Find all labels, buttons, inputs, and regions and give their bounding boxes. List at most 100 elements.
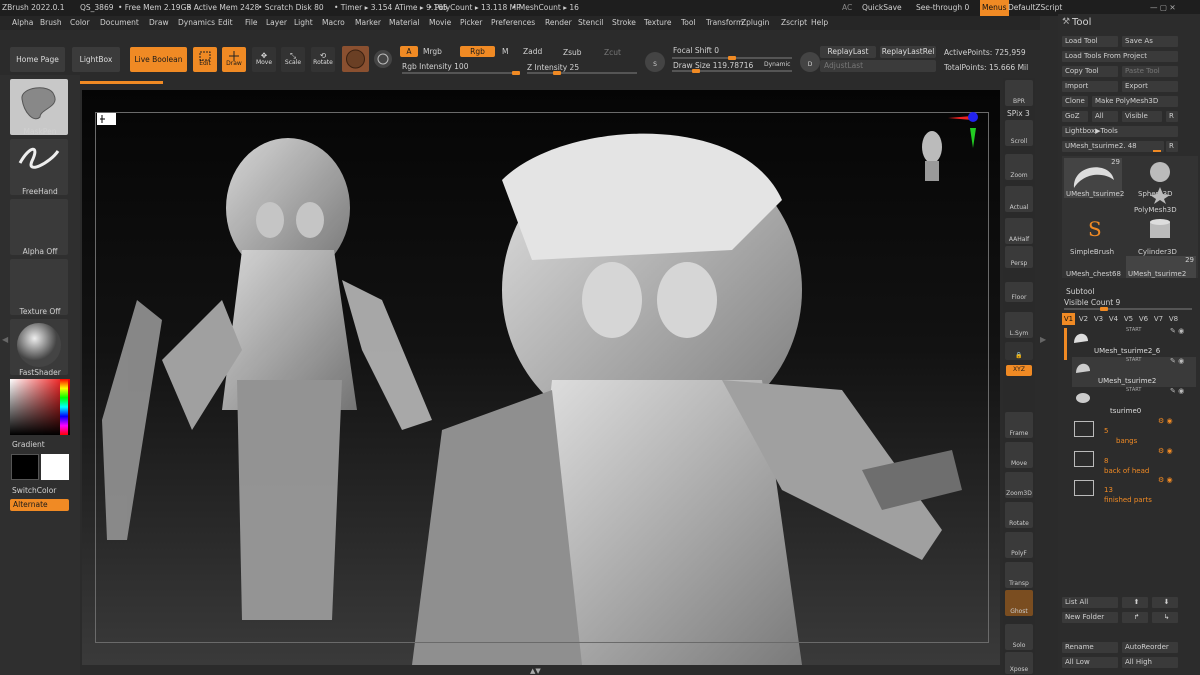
move-view-button[interactable]: Move	[1005, 442, 1033, 468]
subtool-folder[interactable]: 5 bangs ⚙ ◉	[1072, 417, 1196, 445]
menu-layer[interactable]: Layer	[266, 16, 287, 30]
a-toggle[interactable]: A	[400, 46, 418, 57]
material-button[interactable]	[342, 46, 369, 72]
menu-preferences[interactable]: Preferences	[491, 16, 535, 30]
tool-thumb-umesh-tsurime2[interactable]: 29 UMesh_tsurime2	[1064, 158, 1124, 198]
menu-draw[interactable]: Draw	[149, 16, 169, 30]
floor-button[interactable]: Floor	[1005, 282, 1033, 302]
menu-zscript[interactable]: Zscript	[781, 16, 807, 30]
switchcolor-button[interactable]: SwitchColor	[12, 486, 56, 495]
m-toggle[interactable]: M	[502, 47, 508, 56]
mrgb-toggle[interactable]: Mrgb	[423, 47, 442, 56]
bottom-expand-icon[interactable]: ▲▼	[530, 667, 542, 675]
floor-grid-icon[interactable]	[97, 113, 116, 125]
lightbox-tools-button[interactable]: Lightbox▶Tools	[1062, 126, 1178, 137]
menu-transform[interactable]: Transform	[706, 16, 743, 30]
tool-thumb-umesh-chest68[interactable]: UMesh_chest68	[1064, 258, 1124, 278]
version-tab-v1[interactable]: V1	[1062, 313, 1075, 325]
rotate-view-button[interactable]: Rotate	[1005, 502, 1033, 528]
zsub-toggle[interactable]: Zsub	[563, 48, 582, 57]
move-down-button[interactable]: ⬇	[1152, 597, 1178, 608]
move-up-button[interactable]: ⬆	[1122, 597, 1148, 608]
z-intensity-thumb[interactable]	[552, 71, 561, 75]
import-button[interactable]: Import	[1062, 81, 1118, 92]
tool-thumb-polymesh3d[interactable]: PolyMesh3D	[1130, 186, 1190, 214]
ghost-button[interactable]: Ghost	[1005, 590, 1033, 616]
hue-strip[interactable]	[60, 379, 68, 435]
visible-count-slider[interactable]	[1064, 307, 1192, 311]
draw-size-icon[interactable]: D	[800, 52, 820, 72]
rotate-button[interactable]: ⟲ Rotate	[311, 47, 335, 72]
xyz-button[interactable]: XYZ	[1006, 365, 1032, 376]
menu-file[interactable]: File	[245, 16, 258, 30]
replay-last-button[interactable]: ReplayLast	[820, 46, 876, 58]
copy-tool-button[interactable]: Copy Tool	[1062, 66, 1118, 77]
move-button[interactable]: ✥ Move	[252, 47, 276, 72]
focal-shift-thumb[interactable]	[728, 56, 736, 60]
eye-icon[interactable]: ✎ ◉	[1170, 327, 1184, 335]
menu-alpha[interactable]: Alpha	[12, 16, 33, 30]
make-polymesh-button[interactable]: Make PolyMesh3D	[1092, 96, 1178, 107]
version-tab-v6[interactable]: V6	[1137, 313, 1150, 325]
draw-size-thumb[interactable]	[692, 69, 700, 73]
menu-help[interactable]: Help	[811, 16, 828, 30]
frame-button[interactable]: Frame	[1005, 412, 1033, 438]
draw-size-slider[interactable]	[672, 69, 792, 73]
version-tab-v8[interactable]: V8	[1167, 313, 1180, 325]
scale-button[interactable]: ⤡ Scale	[281, 47, 305, 72]
rgb-toggle[interactable]: Rgb	[460, 46, 495, 57]
paste-tool-button[interactable]: Paste Tool	[1122, 66, 1178, 77]
menu-macro[interactable]: Macro	[322, 16, 345, 30]
export-button[interactable]: Export	[1122, 81, 1178, 92]
orientation-head-icon[interactable]	[918, 125, 946, 187]
menu-document[interactable]: Document	[100, 16, 139, 30]
current-tool-r-button[interactable]: R	[1166, 141, 1178, 152]
alternate-button[interactable]: Alternate	[10, 499, 69, 511]
right-collapse-icon[interactable]: ▶	[1040, 335, 1046, 344]
default-zscript[interactable]: DefaultZScript	[1008, 0, 1062, 16]
zadd-toggle[interactable]: Zadd	[523, 47, 542, 56]
draw-button[interactable]: Draw	[222, 47, 246, 72]
menus-toggle[interactable]: Menus	[980, 0, 1009, 16]
transp-button[interactable]: Transp	[1005, 562, 1033, 588]
focal-shift-icon[interactable]: S	[645, 52, 665, 72]
seethrough-slider[interactable]: See-through 0	[916, 0, 969, 16]
menu-movie[interactable]: Movie	[429, 16, 451, 30]
lightbox-button[interactable]: LightBox	[72, 47, 120, 72]
current-tool-thumb[interactable]	[1153, 150, 1161, 152]
menu-zplugin[interactable]: Zplugin	[741, 16, 769, 30]
zoom-button[interactable]: Zoom	[1005, 154, 1033, 180]
menu-stroke[interactable]: Stroke	[612, 16, 636, 30]
adjust-last-slider[interactable]: AdjustLast	[820, 60, 936, 72]
menu-dynamics[interactable]: Dynamics	[178, 16, 215, 30]
new-folder-button[interactable]: New Folder	[1062, 612, 1118, 623]
load-tools-from-project-button[interactable]: Load Tools From Project	[1062, 51, 1178, 62]
subtool-item[interactable]: START UMesh_tsurime2 ✎ ◉	[1072, 357, 1196, 387]
version-tab-v7[interactable]: V7	[1152, 313, 1165, 325]
menu-texture[interactable]: Texture	[644, 16, 671, 30]
all-high-button[interactable]: All High	[1122, 657, 1178, 668]
menu-color[interactable]: Color	[70, 16, 90, 30]
eye-icon[interactable]: ✎ ◉	[1170, 357, 1184, 365]
menu-render[interactable]: Render	[545, 16, 572, 30]
material-thumbnail[interactable]	[10, 319, 68, 375]
menu-stencil[interactable]: Stencil	[578, 16, 603, 30]
persp-button[interactable]: Persp	[1005, 246, 1033, 268]
eye-icon[interactable]: ✎ ◉	[1170, 387, 1184, 395]
polyf-button[interactable]: PolyF	[1005, 532, 1033, 558]
dynamic-label[interactable]: Dynamic	[764, 61, 790, 68]
rename-button[interactable]: Rename	[1062, 642, 1118, 653]
version-tab-v3[interactable]: V3	[1092, 313, 1105, 325]
rgb-intensity-thumb[interactable]	[512, 71, 520, 75]
live-boolean-button[interactable]: Live Boolean	[130, 47, 187, 72]
bpr-button[interactable]: BPR	[1005, 80, 1033, 106]
subtool-title[interactable]: Subtool	[1066, 287, 1094, 296]
menu-light[interactable]: Light	[294, 16, 313, 30]
goz-visible-button[interactable]: Visible	[1122, 111, 1162, 122]
visible-count-thumb[interactable]	[1100, 307, 1108, 311]
gradient-label[interactable]: Gradient	[12, 440, 45, 449]
autoreorder-button[interactable]: AutoReorder	[1122, 642, 1178, 653]
arrow-down-icon[interactable]: ↳	[1152, 612, 1178, 623]
folder-settings-icon[interactable]: ⚙ ◉	[1158, 447, 1173, 455]
z-intensity-slider[interactable]	[527, 71, 637, 75]
